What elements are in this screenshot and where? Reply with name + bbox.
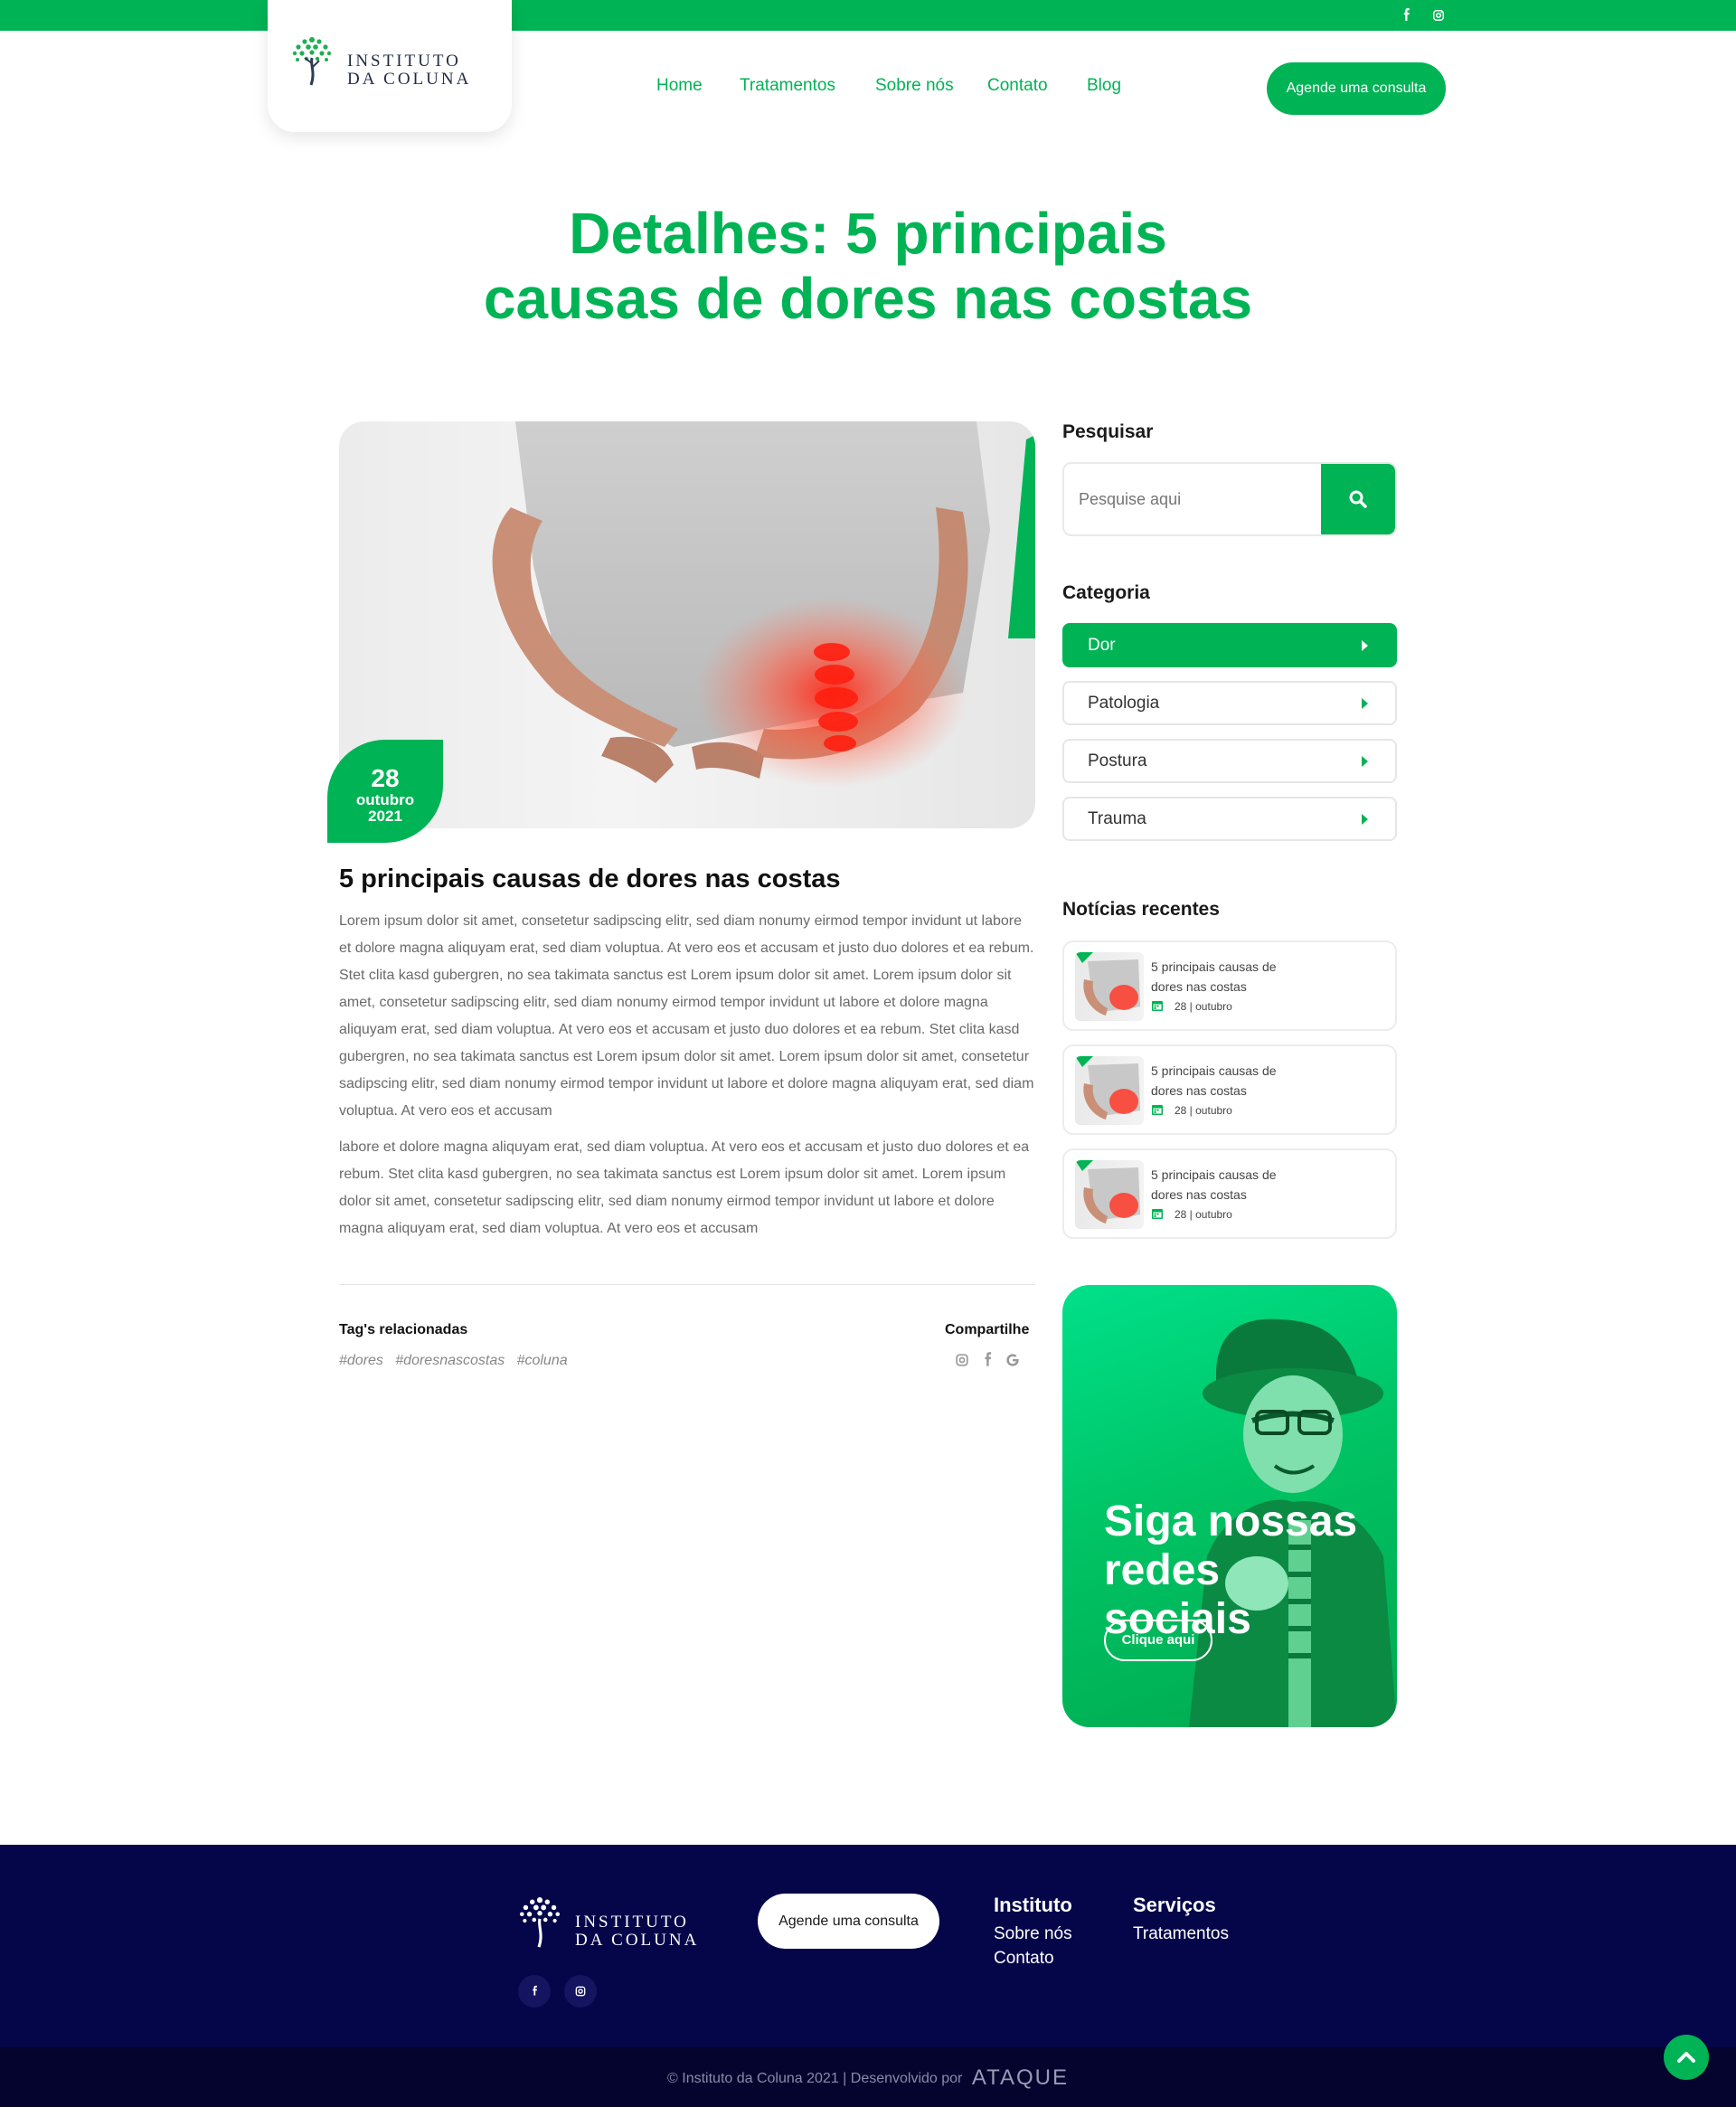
page-title-line2: causas de dores nas costas xyxy=(483,266,1253,331)
logo-line1: INSTITUTO xyxy=(347,52,461,71)
footer-link-contato[interactable]: Contato xyxy=(994,1949,1054,1969)
search-input[interactable] xyxy=(1064,464,1325,534)
category-patologia[interactable]: Patologia xyxy=(1062,681,1397,725)
recent-date: 28 | outubro xyxy=(1175,1208,1232,1221)
share-heading: Compartilhe xyxy=(945,1322,1030,1337)
footer-link-sobre-nos[interactable]: Sobre nós xyxy=(994,1924,1072,1944)
footer-col-servicos-heading: Serviços xyxy=(1133,1894,1216,1916)
top-bar xyxy=(0,0,1736,31)
instagram-icon[interactable] xyxy=(1430,7,1447,24)
tags-heading: Tag's relacionadas xyxy=(339,1322,468,1337)
category-label: Postura xyxy=(1088,751,1147,770)
category-label: Trauma xyxy=(1088,809,1146,828)
share-facebook-icon[interactable] xyxy=(978,1351,996,1374)
footer-col-instituto-heading: Instituto xyxy=(994,1894,1072,1916)
promo-title-line1: Siga nossas xyxy=(1104,1498,1358,1545)
developer-logo[interactable]: ATAQUE xyxy=(972,2065,1069,2090)
category-postura[interactable]: Postura xyxy=(1062,739,1397,783)
promo-click-button[interactable]: Clique aqui xyxy=(1104,1620,1212,1661)
calendar-icon xyxy=(1152,1001,1163,1011)
search-button[interactable] xyxy=(1321,464,1395,534)
tag-doresnascostas[interactable]: #doresnascostas xyxy=(395,1353,505,1368)
scroll-to-top-button[interactable] xyxy=(1664,2035,1709,2080)
recent-date: 28 | outubro xyxy=(1175,1000,1232,1013)
footer-link-tratamentos[interactable]: Tratamentos xyxy=(1133,1924,1229,1944)
caret-right-icon xyxy=(1362,640,1368,651)
divider xyxy=(339,1284,1035,1285)
share-instagram-icon[interactable] xyxy=(953,1351,971,1374)
calendar-icon xyxy=(1152,1105,1163,1115)
category-heading: Categoria xyxy=(1062,582,1150,603)
recent-post[interactable]: 5 principais causas de dores nas costas … xyxy=(1062,940,1397,1031)
nav-contato[interactable]: Contato xyxy=(987,76,1048,96)
nav-blog[interactable]: Blog xyxy=(1087,76,1121,96)
caret-right-icon xyxy=(1362,814,1368,825)
caret-right-icon xyxy=(1362,698,1368,709)
category-label: Dor xyxy=(1088,636,1116,655)
nav-home[interactable]: Home xyxy=(656,76,703,96)
date-day: 28 xyxy=(371,764,400,792)
recent-title: 5 principais causas de dores nas costas xyxy=(1151,1167,1277,1202)
tag-list: #dores #doresnascostas #coluna xyxy=(339,1353,568,1369)
page-title: Detalhes: 5 principais causas de dores n… xyxy=(416,201,1320,331)
recent-title: 5 principais causas de dores nas costas xyxy=(1151,959,1277,994)
recent-thumbnail xyxy=(1075,1160,1144,1229)
copyright-text: © Instituto da Coluna 2021 | Desenvolvid… xyxy=(667,2071,963,2086)
post-paragraph-1: Lorem ipsum dolor sit amet, consetetur s… xyxy=(339,913,1034,1119)
schedule-button[interactable]: Agende uma consulta xyxy=(1267,62,1446,115)
copyright: © Instituto da Coluna 2021 | Desenvolvid… xyxy=(0,2065,1736,2091)
post-hero-image xyxy=(339,421,1035,828)
search-icon xyxy=(1349,490,1367,508)
tag-coluna[interactable]: #coluna xyxy=(517,1353,568,1368)
footer-tree-logo-icon xyxy=(519,1897,561,1948)
chevron-up-icon xyxy=(1677,2052,1695,2063)
search-heading: Pesquisar xyxy=(1062,421,1154,442)
footer-instagram-icon[interactable] xyxy=(564,1975,597,2008)
share-google-icon[interactable] xyxy=(1004,1351,1022,1374)
facebook-icon[interactable] xyxy=(1398,7,1414,24)
caret-right-icon xyxy=(1362,756,1368,767)
date-year: 2021 xyxy=(368,808,402,825)
search-box xyxy=(1062,462,1397,536)
logo-card[interactable]: INSTITUTO DA COLUNA xyxy=(268,0,512,132)
recent-date: 28 | outubro xyxy=(1175,1104,1232,1117)
recent-heading: Notícias recentes xyxy=(1062,899,1220,920)
category-label: Patologia xyxy=(1088,694,1160,713)
recent-post[interactable]: 5 principais causas de dores nas costas … xyxy=(1062,1148,1397,1239)
category-trauma[interactable]: Trauma xyxy=(1062,797,1397,841)
recent-title: 5 principais causas de dores nas costas xyxy=(1151,1063,1277,1098)
footer-facebook-icon[interactable] xyxy=(518,1975,551,2008)
footer-logo-line1: INSTITUTO xyxy=(575,1913,689,1932)
logo-line2: DA COLUNA xyxy=(347,70,472,89)
recent-post[interactable]: 5 principais causas de dores nas costas … xyxy=(1062,1044,1397,1135)
recent-thumbnail xyxy=(1075,1056,1144,1125)
category-dor[interactable]: Dor xyxy=(1062,623,1397,667)
page-title-line1: Detalhes: 5 principais xyxy=(569,201,1167,266)
nav-tratamentos[interactable]: Tratamentos xyxy=(740,76,835,96)
footer-schedule-button[interactable]: Agende uma consulta xyxy=(758,1894,939,1949)
tag-dores[interactable]: #dores xyxy=(339,1353,383,1368)
date-month: outubro xyxy=(355,791,415,808)
recent-thumbnail xyxy=(1075,952,1144,1021)
nav-sobre-nos[interactable]: Sobre nós xyxy=(875,76,954,96)
footer-logo-line2: DA COLUNA xyxy=(575,1931,700,1950)
post-title: 5 principais causas de dores nas costas xyxy=(339,865,841,893)
calendar-icon xyxy=(1152,1209,1163,1219)
tree-logo-icon xyxy=(292,37,332,86)
post-paragraph-2: labore et dolore magna aliquyam erat, se… xyxy=(339,1139,1030,1236)
